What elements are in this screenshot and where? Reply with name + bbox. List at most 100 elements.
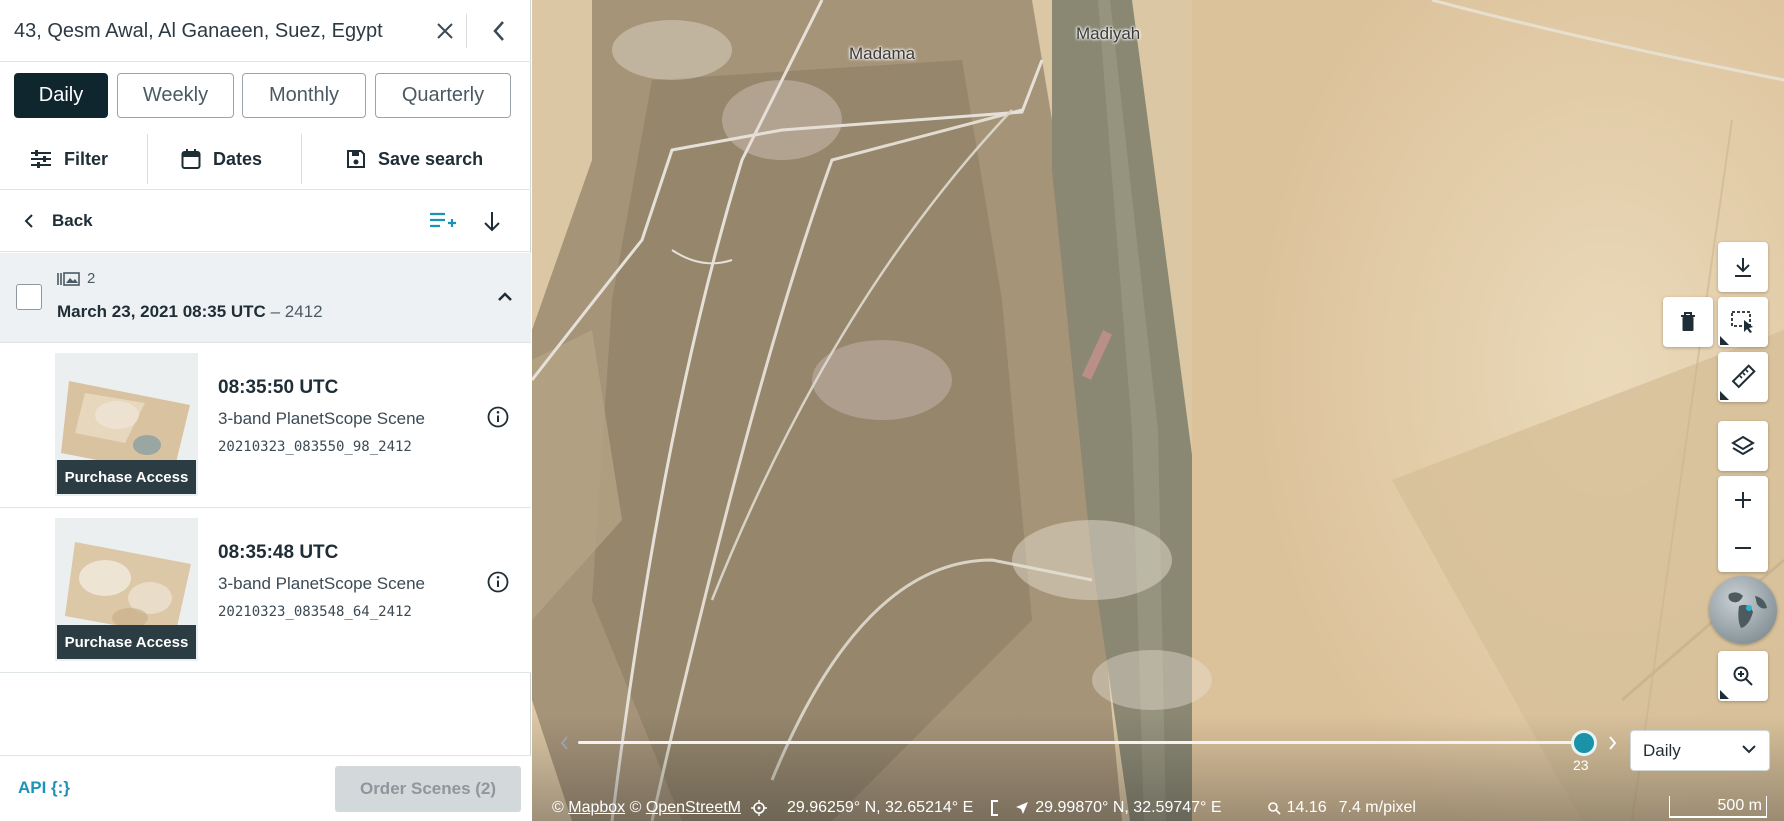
playlist-add-icon (430, 212, 456, 228)
place-label-madiyah: Madiyah (1076, 24, 1141, 43)
save-search-button[interactable]: Save search (346, 128, 483, 190)
group-date: March 23, 2021 08:35 UTC (57, 302, 266, 321)
scene-time: 08:35:48 UTC (218, 542, 339, 563)
tool-menu-indicator (1720, 336, 1729, 345)
divider (466, 14, 467, 48)
tab-daily[interactable]: Daily (14, 73, 108, 118)
cursor-coordinates: 29.96259° N, 32.65214° E (787, 799, 974, 816)
divider (301, 134, 302, 184)
globe-button[interactable] (1709, 576, 1777, 644)
dates-label: Dates (213, 148, 263, 169)
osm-attribution-link[interactable]: OpenStreetM (646, 799, 741, 817)
search-bar (0, 0, 531, 62)
download-button[interactable] (1718, 242, 1768, 292)
map-status-bar: © Mapbox © OpenStreetM 29.96259° N, 32.6… (532, 795, 1784, 821)
tab-monthly[interactable]: Monthly (242, 73, 366, 118)
chevron-left-icon (24, 214, 33, 228)
scene-thumbnail[interactable]: Purchase Access (55, 518, 198, 661)
add-to-queue-button[interactable] (428, 206, 458, 236)
scene-id: 20210323_083550_98_2412 (218, 439, 412, 455)
info-icon (487, 406, 509, 428)
app-root: Daily Weekly Monthly Quarterly Filter (0, 0, 1784, 821)
zoom-in-button[interactable] (1718, 476, 1768, 524)
zoom-to-aoi-button[interactable] (1718, 651, 1768, 701)
trash-icon (1681, 312, 1695, 331)
timeline-track[interactable] (578, 741, 1584, 744)
scene-type: 3-band PlanetScope Scene (218, 574, 425, 593)
period-select[interactable]: Daily (1630, 730, 1770, 771)
minus-icon (1735, 547, 1751, 549)
results-nav: Back (0, 190, 531, 252)
timeline-next-button[interactable] (1604, 733, 1620, 753)
globe-icon (1728, 592, 1767, 628)
search-icon (1267, 801, 1281, 815)
tool-menu-indicator (1720, 690, 1729, 699)
navigation-arrow-icon (1016, 802, 1029, 814)
map-resolution: 7.4 m/pixel (1338, 799, 1416, 816)
scene-list-item[interactable]: Purchase Access 08:35:48 UTC 3-band Plan… (0, 508, 531, 673)
copyright-symbol: © (552, 799, 569, 816)
dates-button[interactable]: Dates (181, 128, 262, 190)
tool-menu-indicator (1720, 391, 1729, 400)
sidebar: Daily Weekly Monthly Quarterly Filter (0, 0, 531, 821)
zoom-out-button[interactable] (1718, 524, 1768, 572)
calendar-icon (181, 149, 201, 169)
delete-aoi-button[interactable] (1663, 297, 1713, 347)
api-link[interactable]: API {:} (18, 778, 70, 798)
scene-type: 3-band PlanetScope Scene (218, 409, 425, 428)
scene-thumbnail[interactable]: Purchase Access (55, 353, 198, 496)
crosshair-icon (751, 800, 767, 816)
scene-info-button[interactable] (484, 568, 512, 596)
group-scene-count: 2 (57, 270, 95, 287)
chevron-right-icon (1608, 736, 1616, 750)
zoom-controls (1718, 476, 1768, 572)
timeline-prev-button[interactable] (556, 733, 572, 753)
center-coordinates: 29.99870° N, 32.59747° E (1035, 799, 1222, 816)
toolbar: Filter Dates Save search (0, 128, 531, 190)
back-button[interactable]: Back (24, 206, 93, 236)
clear-search-button[interactable] (430, 16, 460, 46)
timeline-day-label: 23 (1573, 757, 1589, 773)
tab-weekly[interactable]: Weekly (117, 73, 234, 118)
group-title: March 23, 2021 08:35 UTC – 2412 (57, 302, 323, 322)
info-icon (487, 571, 509, 593)
chevron-left-icon (560, 736, 568, 750)
layers-button[interactable] (1718, 421, 1768, 471)
order-scenes-button[interactable]: Order Scenes (2) (335, 766, 521, 812)
group-count-value: 2 (87, 270, 96, 287)
zoom-search-icon (1733, 666, 1753, 686)
search-input[interactable] (14, 16, 414, 46)
chevron-up-icon (498, 292, 512, 301)
divider (147, 134, 148, 184)
filter-button[interactable]: Filter (30, 128, 108, 190)
save-icon (347, 150, 365, 168)
collapse-sidebar-button[interactable] (482, 14, 516, 48)
mapbox-attribution-link[interactable]: Mapbox (568, 799, 625, 817)
map-view[interactable]: Madama Madiyah 23 Daily © Mapbox © OpenS… (532, 0, 1784, 821)
scene-list-item[interactable]: Purchase Access 08:35:50 UTC 3-band Plan… (0, 343, 531, 508)
group-select-checkbox[interactable] (16, 284, 42, 310)
ruler-icon (1731, 364, 1756, 389)
download-icon (1735, 258, 1751, 277)
scene-id: 20210323_083548_64_2412 (218, 604, 412, 620)
select-area-button[interactable] (1718, 297, 1768, 347)
tab-quarterly[interactable]: Quarterly (375, 73, 511, 118)
arrow-down-icon (484, 212, 500, 232)
zoom-level: 14.16 (1286, 799, 1327, 816)
measure-button[interactable] (1718, 352, 1768, 402)
save-search-label: Save search (378, 148, 484, 169)
sort-button[interactable] (477, 206, 507, 236)
timeline-handle[interactable] (1571, 730, 1597, 756)
layers-icon (1731, 435, 1755, 456)
copyright-symbol: © (625, 799, 646, 816)
scene-info-button[interactable] (484, 403, 512, 431)
purchase-access-button[interactable]: Purchase Access (57, 625, 196, 659)
group-item-id: 2412 (284, 302, 323, 321)
scene-group-header (0, 253, 531, 343)
group-collapse-button[interactable] (490, 284, 520, 310)
purchase-access-button[interactable]: Purchase Access (57, 460, 196, 494)
plus-icon (1735, 492, 1751, 508)
sidebar-footer: API {:} Order Scenes (2) (0, 755, 531, 821)
close-icon (437, 23, 453, 39)
scenes-stack-icon (57, 271, 80, 286)
